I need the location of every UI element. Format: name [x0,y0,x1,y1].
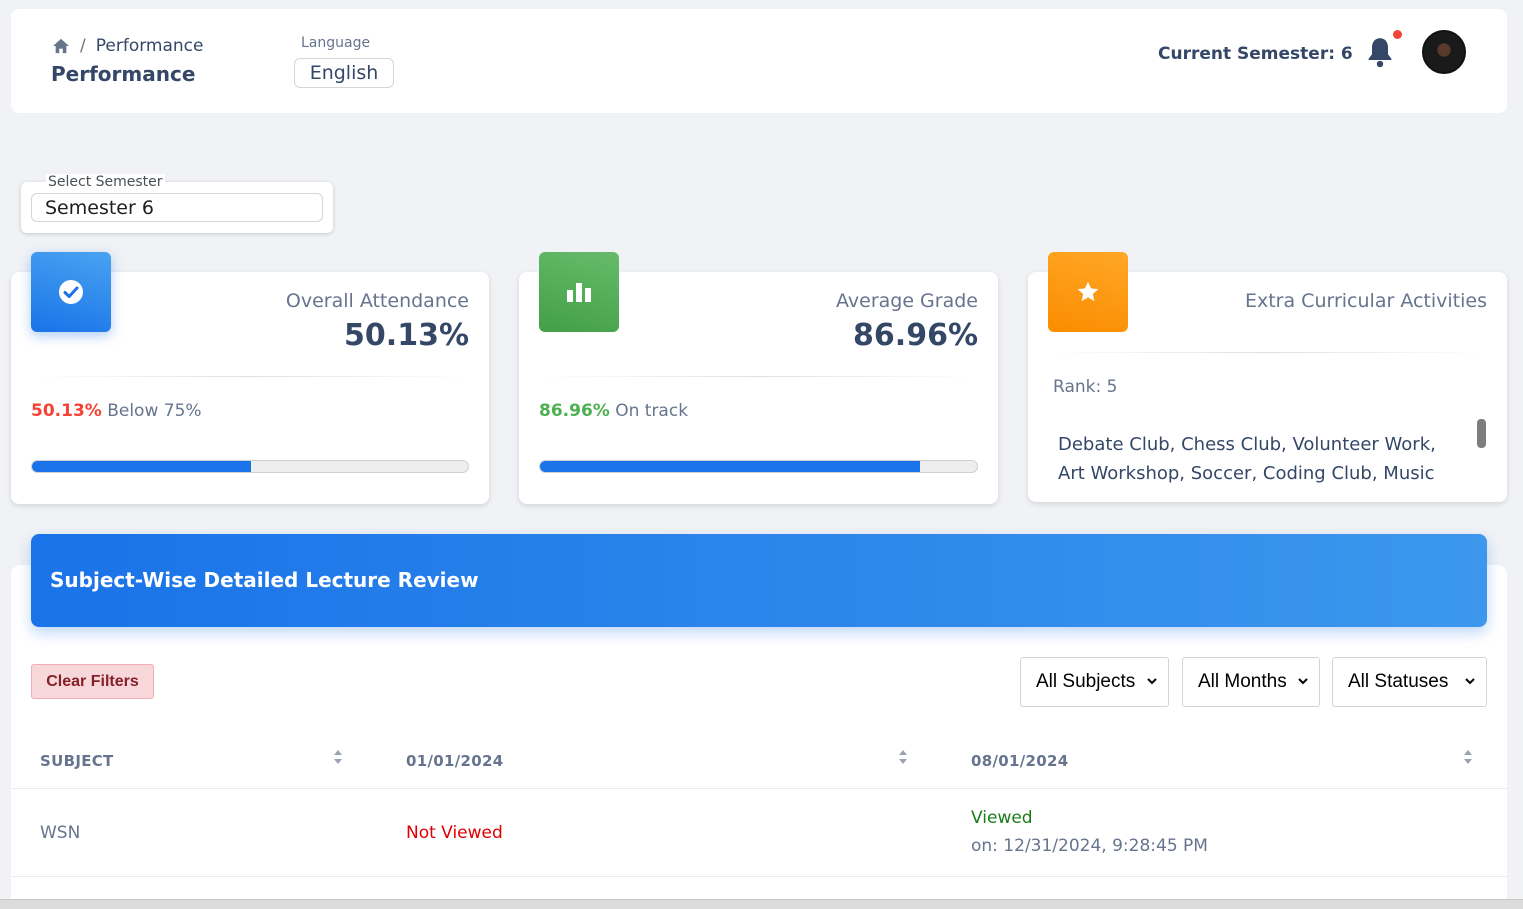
current-semester-text: Current Semester: 6 [1158,44,1353,64]
sort-icon[interactable] [898,749,908,765]
home-icon[interactable] [52,38,70,54]
attendance-title: Overall Attendance [285,290,469,312]
language-select[interactable]: English [294,58,394,88]
attendance-icon-badge [31,252,111,332]
attendance-progress-bar [31,460,469,473]
card-divider [1048,352,1487,353]
subjects-filter[interactable]: All Subjects [1020,657,1169,707]
table-divider [11,788,1507,789]
extra-icon-badge [1048,252,1128,332]
row-status-date-2: Viewed [971,808,1033,828]
grade-note-percent: 86.96% [539,401,610,421]
semester-select-label: Select Semester [46,174,165,190]
statuses-filter-label: All Statuses [1348,671,1449,692]
card-divider [539,376,978,377]
activities-list[interactable]: Debate Club, Chess Club, Volunteer Work,… [1058,430,1458,488]
attendance-note-text: Below 75% [101,401,202,421]
row-status-date-1: Not Viewed [406,823,503,843]
breadcrumb-current: Performance [95,36,204,56]
column-header-subject[interactable]: SUBJECT [40,752,114,770]
grade-title: Average Grade [836,290,978,312]
lecture-review-title: Subject-Wise Detailed Lecture Review [50,568,479,592]
row-subject: WSN [40,823,81,843]
attendance-value: 50.13% [344,318,469,353]
extra-title: Extra Curricular Activities [1244,290,1487,312]
breadcrumb: / Performance [52,36,203,56]
row-viewed-time: on: 12/31/2024, 9:28:45 PM [971,836,1208,856]
clear-filters-button[interactable]: Clear Filters [31,664,154,699]
card-divider [31,376,469,377]
subjects-filter-label: All Subjects [1036,671,1136,692]
check-circle-icon [59,280,83,304]
bar-chart-icon [567,283,591,302]
months-filter-label: All Months [1198,671,1287,692]
attendance-note-percent: 50.13% [31,401,102,421]
chevron-down-icon [1147,678,1157,685]
statuses-filter[interactable]: All Statuses [1332,657,1487,707]
activities-scrollbar[interactable] [1477,419,1486,448]
grade-progress-fill [540,461,920,472]
column-header-date-1[interactable]: 01/01/2024 [406,752,503,770]
chevron-down-icon [1298,678,1308,685]
grade-icon-badge [539,252,619,332]
language-label: Language [301,35,371,51]
column-header-date-2[interactable]: 08/01/2024 [971,752,1068,770]
breadcrumb-separator: / [80,36,86,56]
chevron-down-icon [1465,678,1475,685]
sort-icon[interactable] [1463,749,1473,765]
grade-value: 86.96% [853,318,978,353]
avatar[interactable] [1422,30,1466,74]
attendance-note: 50.13% Below 75% [31,401,202,421]
lecture-review-header: Subject-Wise Detailed Lecture Review [31,534,1487,627]
rank-text: Rank: 5 [1053,377,1118,397]
grade-progress-bar [539,460,978,473]
semester-select[interactable]: Semester 6 [31,193,323,222]
table-divider [11,876,1507,877]
months-filter[interactable]: All Months [1182,657,1320,707]
attendance-progress-fill [32,461,251,472]
page-title: Performance [51,62,196,86]
star-icon [1077,281,1099,302]
sort-icon[interactable] [333,749,343,765]
grade-note: 86.96% On track [539,401,688,421]
notification-bell-icon[interactable] [1366,36,1394,68]
grade-note-text: On track [609,401,689,421]
horizontal-scrollbar[interactable] [0,899,1523,909]
notification-dot [1393,30,1402,39]
